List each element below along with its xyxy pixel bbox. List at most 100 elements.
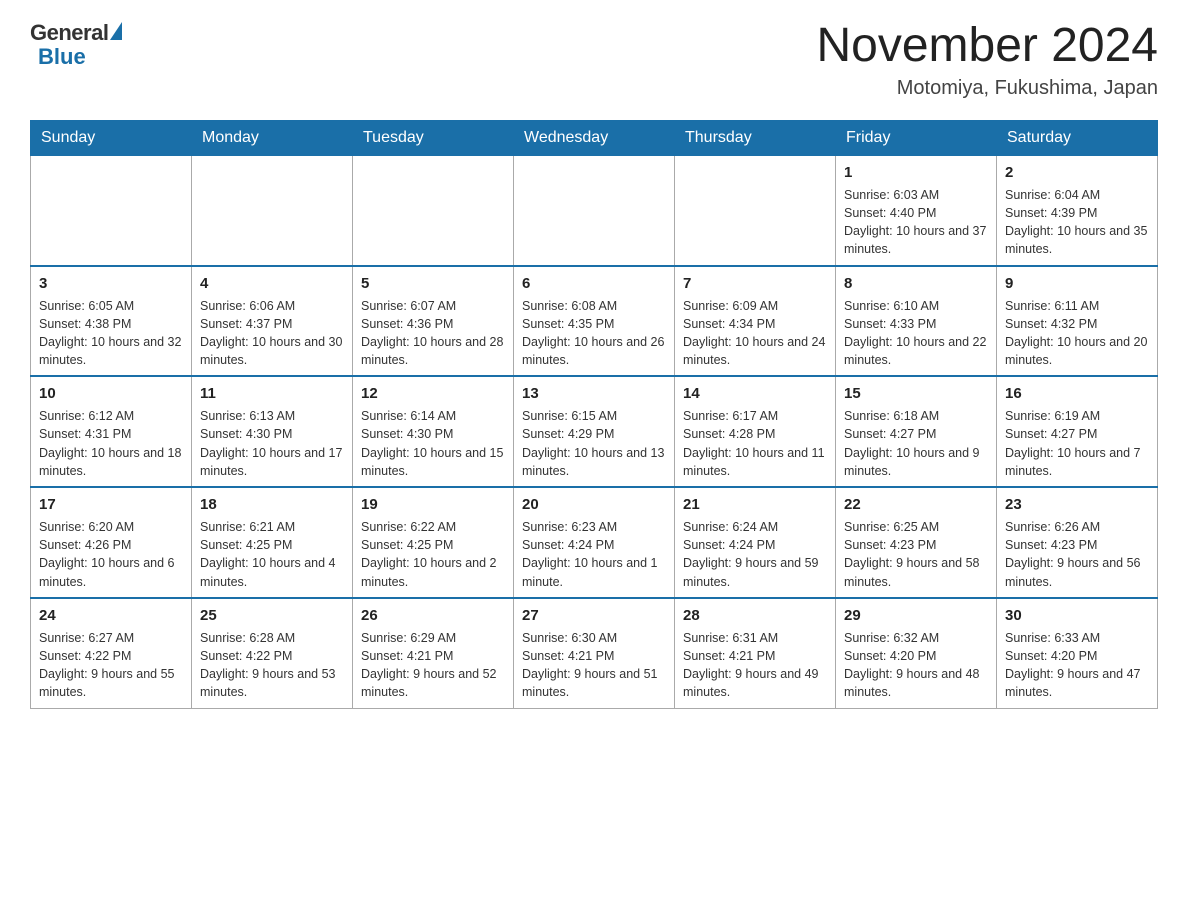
calendar-header-sunday: Sunday — [31, 120, 192, 155]
calendar-cell: 9 Sunrise: 6:11 AM Sunset: 4:32 PM Daylig… — [997, 266, 1158, 377]
day-number: 7 — [683, 273, 827, 294]
day-number: 30 — [1005, 605, 1149, 626]
day-info: Sunrise: 6:23 AM Sunset: 4:24 PM Dayligh… — [522, 520, 658, 589]
day-number: 17 — [39, 494, 183, 515]
day-number: 3 — [39, 273, 183, 294]
calendar-week-row: 3Sunrise: 6:05 AM Sunset: 4:38 PM Daylig… — [31, 266, 1158, 377]
day-info: Sunrise: 6:10 AM Sunset: 4:33 PM Dayligh… — [844, 299, 986, 368]
calendar-cell — [675, 155, 836, 265]
calendar-cell: 7 Sunrise: 6:09 AM Sunset: 4:34 PM Daylig… — [675, 266, 836, 377]
calendar-header-tuesday: Tuesday — [353, 120, 514, 155]
day-number: 11 — [200, 383, 344, 404]
logo: General Blue — [30, 20, 122, 70]
month-title: November 2024 — [816, 20, 1158, 73]
logo-general-text: General — [30, 20, 108, 46]
calendar-cell: 30 Sunrise: 6:33 AM Sunset: 4:20 PM Dayli… — [997, 598, 1158, 708]
day-info: Sunrise: 6:20 AM Sunset: 4:26 PM Dayligh… — [39, 520, 175, 589]
day-info: Sunrise: 6:33 AM Sunset: 4:20 PM Dayligh… — [1005, 631, 1141, 700]
calendar-cell: 8 Sunrise: 6:10 AM Sunset: 4:33 PM Daylig… — [836, 266, 997, 377]
day-number: 5 — [361, 273, 505, 294]
calendar-header-wednesday: Wednesday — [514, 120, 675, 155]
calendar-week-row: 1 Sunrise: 6:03 AM Sunset: 4:40 PM Daylig… — [31, 155, 1158, 265]
day-number: 13 — [522, 383, 666, 404]
calendar-cell: 23 Sunrise: 6:26 AM Sunset: 4:23 PM Dayli… — [997, 487, 1158, 598]
page-header: General Blue November 2024 Motomiya, Fuk… — [30, 20, 1158, 100]
calendar-cell — [353, 155, 514, 265]
calendar-cell: 6Sunrise: 6:08 AM Sunset: 4:35 PM Daylig… — [514, 266, 675, 377]
day-number: 16 — [1005, 383, 1149, 404]
location: Motomiya, Fukushima, Japan — [816, 77, 1158, 100]
day-info: Sunrise: 6:25 AM Sunset: 4:23 PM Dayligh… — [844, 520, 980, 589]
calendar-cell: 24 Sunrise: 6:27 AM Sunset: 4:22 PM Dayli… — [31, 598, 192, 708]
day-number: 18 — [200, 494, 344, 515]
day-number: 29 — [844, 605, 988, 626]
calendar-cell: 1 Sunrise: 6:03 AM Sunset: 4:40 PM Daylig… — [836, 155, 997, 265]
calendar-cell: 21Sunrise: 6:24 AM Sunset: 4:24 PM Dayli… — [675, 487, 836, 598]
calendar-cell — [31, 155, 192, 265]
calendar-cell: 17 Sunrise: 6:20 AM Sunset: 4:26 PM Dayli… — [31, 487, 192, 598]
day-number: 20 — [522, 494, 666, 515]
calendar-cell: 3Sunrise: 6:05 AM Sunset: 4:38 PM Daylig… — [31, 266, 192, 377]
day-info: Sunrise: 6:06 AM Sunset: 4:37 PM Dayligh… — [200, 299, 342, 368]
calendar-header-friday: Friday — [836, 120, 997, 155]
calendar-cell: 10Sunrise: 6:12 AM Sunset: 4:31 PM Dayli… — [31, 376, 192, 487]
day-info: Sunrise: 6:15 AM Sunset: 4:29 PM Dayligh… — [522, 409, 664, 478]
day-info: Sunrise: 6:21 AM Sunset: 4:25 PM Dayligh… — [200, 520, 336, 589]
calendar-cell: 25 Sunrise: 6:28 AM Sunset: 4:22 PM Dayli… — [192, 598, 353, 708]
day-number: 27 — [522, 605, 666, 626]
day-info: Sunrise: 6:09 AM Sunset: 4:34 PM Dayligh… — [683, 299, 825, 368]
calendar-cell: 13 Sunrise: 6:15 AM Sunset: 4:29 PM Dayli… — [514, 376, 675, 487]
day-info: Sunrise: 6:11 AM Sunset: 4:32 PM Dayligh… — [1005, 299, 1147, 368]
day-number: 25 — [200, 605, 344, 626]
day-number: 23 — [1005, 494, 1149, 515]
day-number: 12 — [361, 383, 505, 404]
day-number: 1 — [844, 162, 988, 183]
day-number: 8 — [844, 273, 988, 294]
calendar-header-saturday: Saturday — [997, 120, 1158, 155]
calendar-cell: 11 Sunrise: 6:13 AM Sunset: 4:30 PM Dayli… — [192, 376, 353, 487]
calendar-header-thursday: Thursday — [675, 120, 836, 155]
day-number: 6 — [522, 273, 666, 294]
day-info: Sunrise: 6:28 AM Sunset: 4:22 PM Dayligh… — [200, 631, 336, 700]
calendar-cell: 4Sunrise: 6:06 AM Sunset: 4:37 PM Daylig… — [192, 266, 353, 377]
calendar-week-row: 17 Sunrise: 6:20 AM Sunset: 4:26 PM Dayli… — [31, 487, 1158, 598]
day-info: Sunrise: 6:03 AM Sunset: 4:40 PM Dayligh… — [844, 188, 986, 257]
day-number: 28 — [683, 605, 827, 626]
day-info: Sunrise: 6:30 AM Sunset: 4:21 PM Dayligh… — [522, 631, 658, 700]
calendar-week-row: 10Sunrise: 6:12 AM Sunset: 4:31 PM Dayli… — [31, 376, 1158, 487]
calendar-cell: 16 Sunrise: 6:19 AM Sunset: 4:27 PM Dayli… — [997, 376, 1158, 487]
calendar-cell: 22 Sunrise: 6:25 AM Sunset: 4:23 PM Dayli… — [836, 487, 997, 598]
day-info: Sunrise: 6:04 AM Sunset: 4:39 PM Dayligh… — [1005, 188, 1147, 257]
day-number: 15 — [844, 383, 988, 404]
day-number: 14 — [683, 383, 827, 404]
day-info: Sunrise: 6:32 AM Sunset: 4:20 PM Dayligh… — [844, 631, 980, 700]
calendar-cell — [192, 155, 353, 265]
day-info: Sunrise: 6:19 AM Sunset: 4:27 PM Dayligh… — [1005, 409, 1141, 478]
day-info: Sunrise: 6:13 AM Sunset: 4:30 PM Dayligh… — [200, 409, 342, 478]
calendar-cell: 14Sunrise: 6:17 AM Sunset: 4:28 PM Dayli… — [675, 376, 836, 487]
day-number: 26 — [361, 605, 505, 626]
calendar-cell: 27 Sunrise: 6:30 AM Sunset: 4:21 PM Dayli… — [514, 598, 675, 708]
calendar-cell: 29 Sunrise: 6:32 AM Sunset: 4:20 PM Dayli… — [836, 598, 997, 708]
logo-blue-text: Blue — [34, 44, 86, 70]
day-number: 21 — [683, 494, 827, 515]
day-info: Sunrise: 6:31 AM Sunset: 4:21 PM Dayligh… — [683, 631, 819, 700]
calendar-cell: 2Sunrise: 6:04 AM Sunset: 4:39 PM Daylig… — [997, 155, 1158, 265]
day-number: 24 — [39, 605, 183, 626]
calendar-week-row: 24 Sunrise: 6:27 AM Sunset: 4:22 PM Dayli… — [31, 598, 1158, 708]
day-info: Sunrise: 6:14 AM Sunset: 4:30 PM Dayligh… — [361, 409, 503, 478]
day-number: 19 — [361, 494, 505, 515]
calendar-cell: 20 Sunrise: 6:23 AM Sunset: 4:24 PM Dayli… — [514, 487, 675, 598]
day-number: 9 — [1005, 273, 1149, 294]
day-number: 22 — [844, 494, 988, 515]
day-info: Sunrise: 6:26 AM Sunset: 4:23 PM Dayligh… — [1005, 520, 1141, 589]
calendar-table: SundayMondayTuesdayWednesdayThursdayFrid… — [30, 120, 1158, 709]
calendar-cell: 18 Sunrise: 6:21 AM Sunset: 4:25 PM Dayli… — [192, 487, 353, 598]
calendar-cell — [514, 155, 675, 265]
day-number: 10 — [39, 383, 183, 404]
calendar-cell: 19Sunrise: 6:22 AM Sunset: 4:25 PM Dayli… — [353, 487, 514, 598]
header-right: November 2024 Motomiya, Fukushima, Japan — [816, 20, 1158, 100]
calendar-cell: 26Sunrise: 6:29 AM Sunset: 4:21 PM Dayli… — [353, 598, 514, 708]
day-info: Sunrise: 6:27 AM Sunset: 4:22 PM Dayligh… — [39, 631, 175, 700]
day-info: Sunrise: 6:18 AM Sunset: 4:27 PM Dayligh… — [844, 409, 980, 478]
